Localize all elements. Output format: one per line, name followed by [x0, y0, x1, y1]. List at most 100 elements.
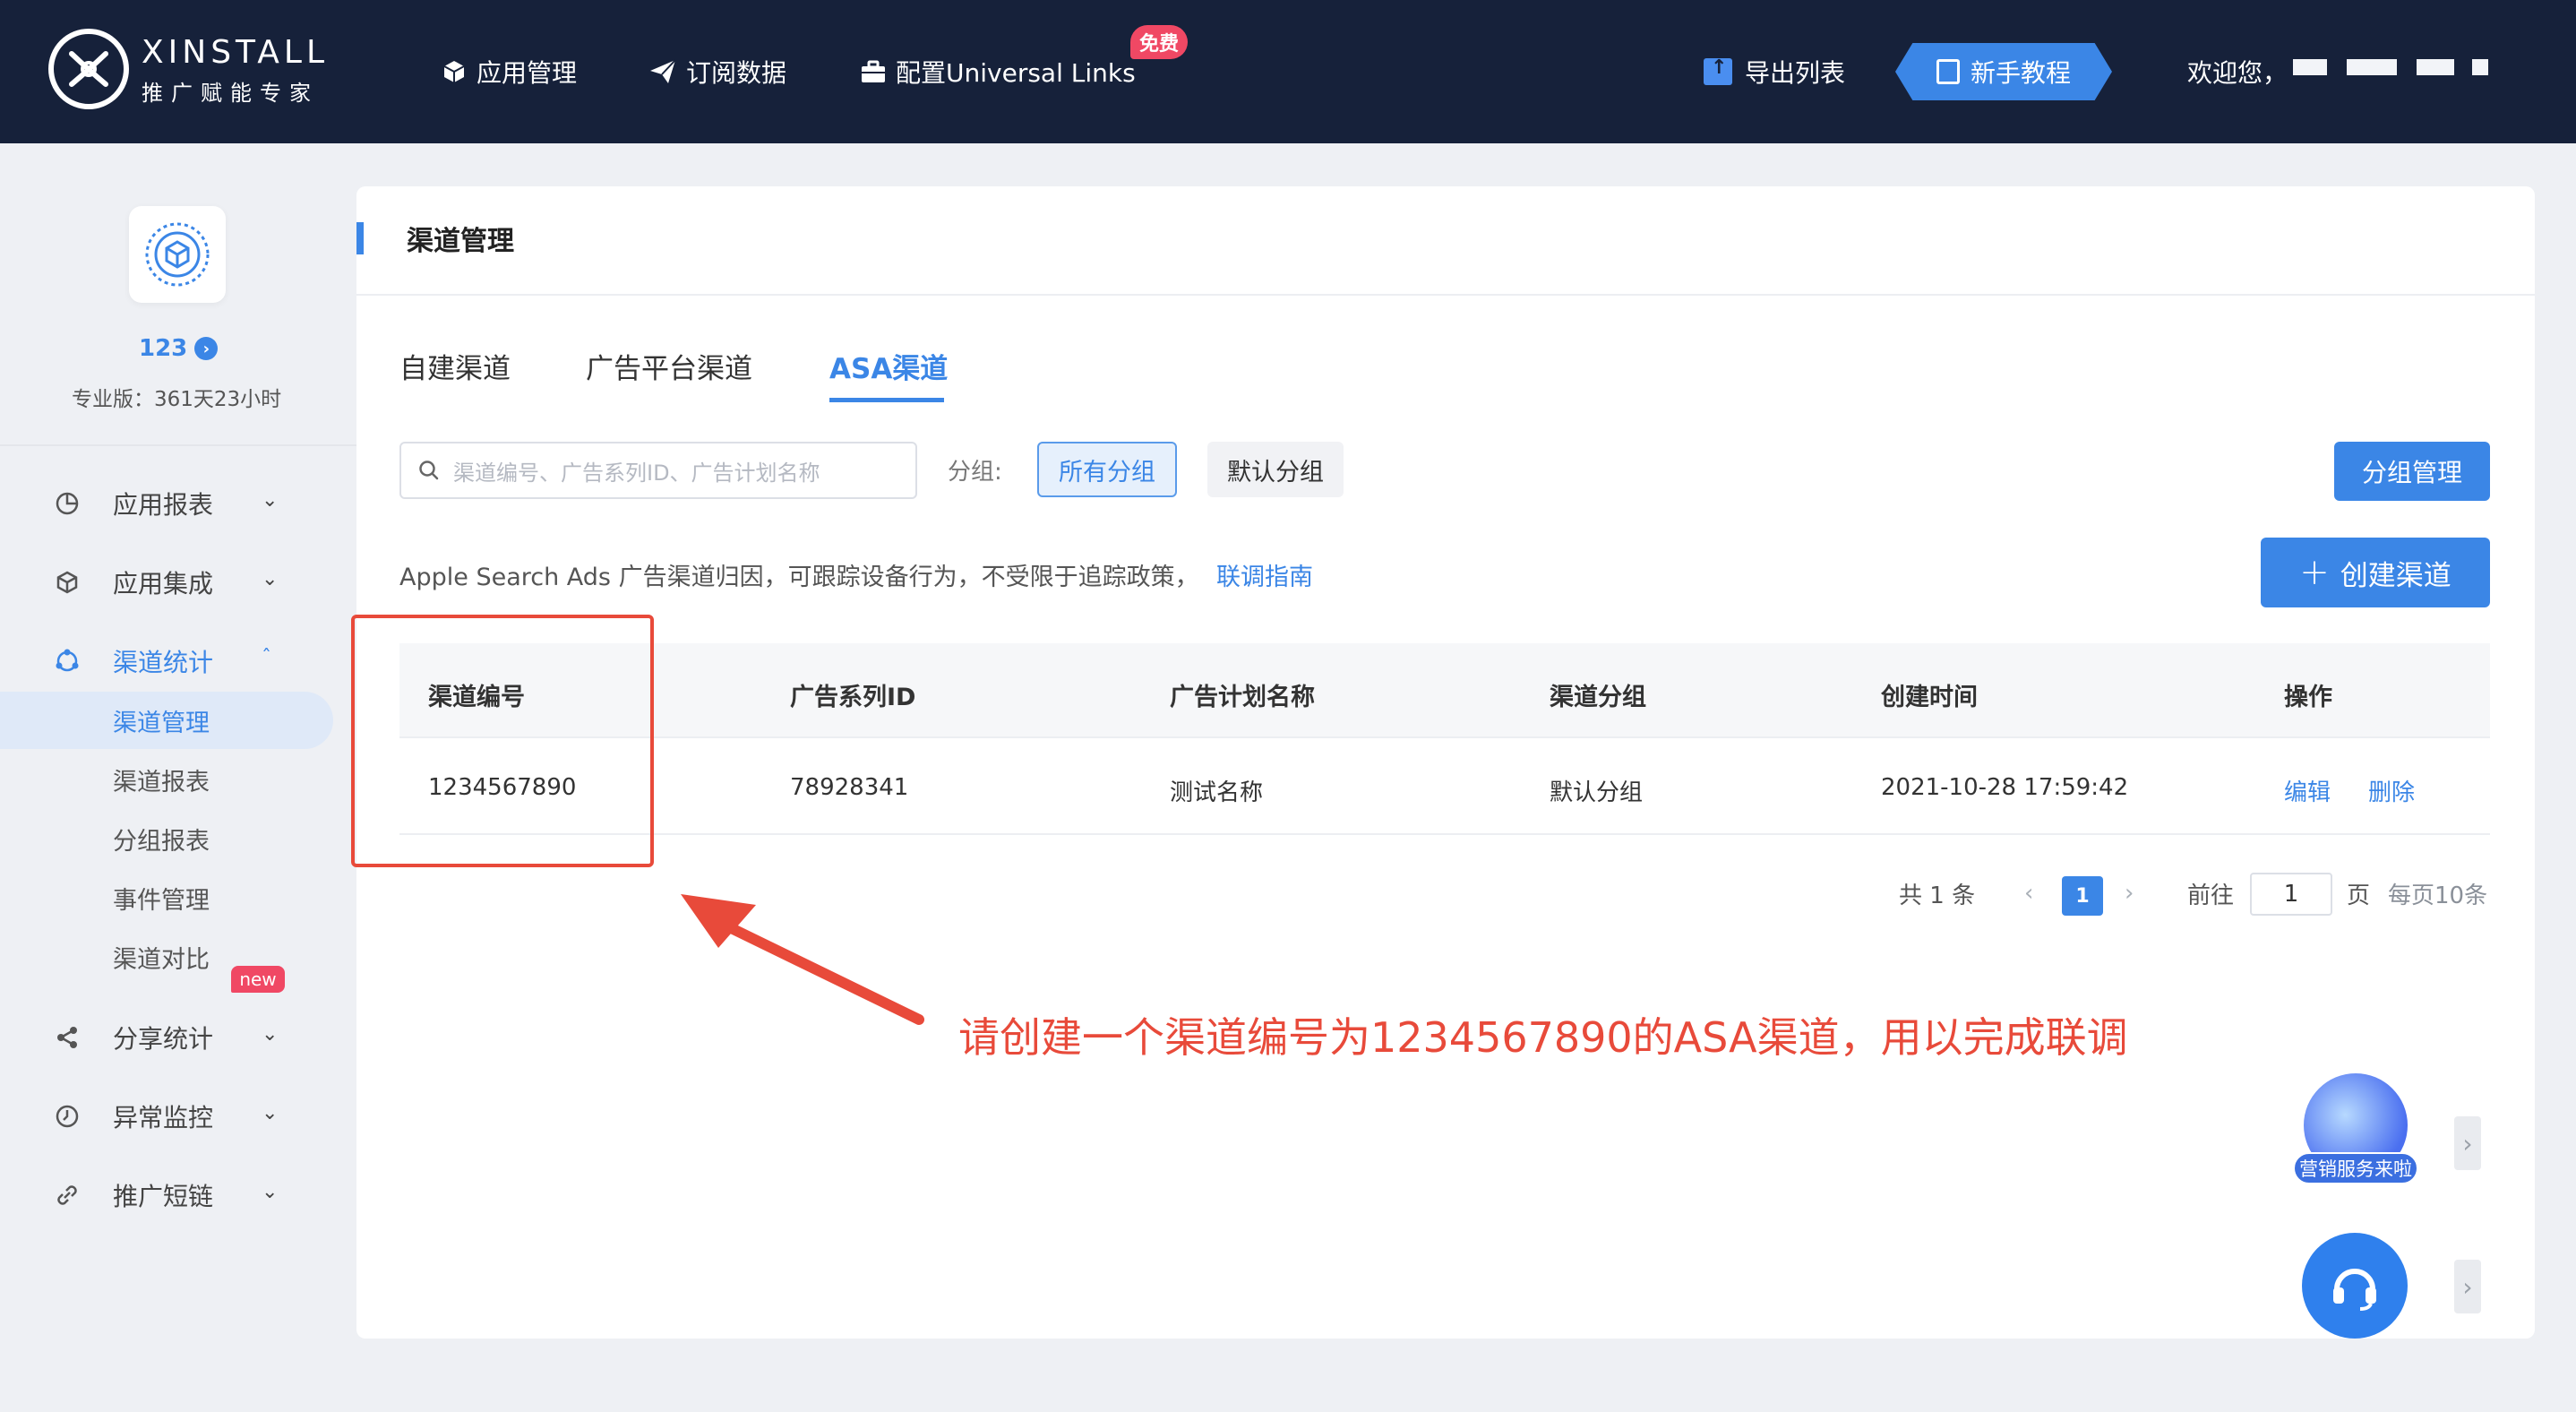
group-chip-all[interactable]: 所有分组 [1037, 442, 1177, 497]
edit-button[interactable]: 编辑 [2284, 774, 2331, 807]
nav-label: 配置Universal Links [896, 58, 1136, 88]
briefcase-icon [862, 60, 885, 82]
export-icon [1704, 56, 1732, 85]
share-icon [54, 1024, 81, 1051]
redacted-username [2417, 59, 2454, 75]
brand-name: XINSTALL [142, 34, 329, 71]
col-campaign-id: 广告系列ID [790, 684, 916, 711]
sidebar-item-label: 应用报表 [113, 490, 214, 520]
chevron-down-icon: ⌄ [262, 1181, 279, 1203]
link-icon [54, 1182, 81, 1209]
sidebar-item-label: 异常监控 [113, 1103, 214, 1132]
next-page-icon[interactable]: › [2125, 873, 2134, 914]
col-plan-name: 广告计划名称 [1170, 684, 1315, 711]
cell-group: 默认分组 [1550, 779, 1644, 806]
tab-ad-platform-channel[interactable]: 广告平台渠道 [586, 346, 752, 386]
pie-chart-icon [54, 490, 81, 517]
pagination-total: 共 1 条 [1899, 882, 1976, 909]
chevron-right-icon: › [194, 337, 219, 360]
app-name: 123 [139, 335, 188, 362]
sidebar-subitem-channel-reports[interactable]: 渠道报表 [113, 762, 210, 797]
nav-label: 应用管理 [477, 58, 578, 88]
box-icon [54, 569, 81, 596]
sidebar-subitem-group-reports[interactable]: 分组报表 [113, 821, 210, 857]
paper-plane-icon [650, 59, 676, 83]
sidebar-item-short-links[interactable]: 推广短链 ⌄ [54, 1175, 287, 1215]
cell-campaign-id: 78928341 [790, 774, 909, 801]
table-row: 1234567890 78928341 测试名称 默认分组 2021-10-28… [399, 738, 2490, 835]
col-created: 创建时间 [1881, 684, 1978, 711]
page-suffix: 页 [2347, 882, 2371, 909]
marketing-service-widget[interactable]: 营销服务来啦 [2293, 1073, 2418, 1190]
goto-label: 前往 [2187, 882, 2235, 909]
headset-icon [2333, 1269, 2376, 1311]
sidebar-subitem-channel-compare[interactable]: 渠道对比 [113, 939, 210, 975]
brand-logo[interactable]: XINSTALL 推广赋能专家 [48, 27, 326, 116]
debug-guide-link[interactable]: 联调指南 [1216, 557, 1313, 592]
annotation-text: 请创建一个渠道编号为1234567890的ASA渠道，用以完成联调 [958, 1013, 2128, 1062]
app-icon[interactable] [129, 206, 226, 303]
sidebar-item-app-integration[interactable]: 应用集成 ⌄ [54, 563, 287, 602]
create-channel-button[interactable]: + 创建渠道 [2261, 538, 2490, 607]
search-icon [419, 461, 439, 480]
group-filter-label: 分组: [948, 459, 1002, 486]
sidebar-item-label: 应用集成 [113, 569, 214, 598]
cycle-icon [54, 648, 81, 675]
delete-button[interactable]: 删除 [2368, 774, 2415, 807]
col-actions: 操作 [2284, 684, 2332, 711]
marketing-label: 营销服务来啦 [2293, 1152, 2418, 1184]
customer-service-button[interactable] [2302, 1233, 2408, 1339]
collapse-arrow-icon[interactable]: › [2454, 1116, 2481, 1170]
clock-icon [54, 1103, 81, 1130]
welcome-text: 欢迎您， [2187, 58, 2288, 88]
sidebar-item-label: 分享统计 [113, 1024, 214, 1054]
asa-description: Apple Search Ads 广告渠道归因，可跟踪设备行为，不受限于追踪政策… [399, 564, 1199, 591]
sidebar-item-app-reports[interactable]: 应用报表 ⌄ [54, 484, 287, 523]
sidebar-subitem-event-management[interactable]: 事件管理 [113, 880, 210, 916]
nav-label: 订阅数据 [686, 58, 787, 88]
top-navbar: XINSTALL 推广赋能专家 应用管理 订阅数据 配置Universal Li… [0, 0, 2576, 143]
tutorial-button[interactable]: 新手教程 [1895, 43, 2112, 100]
sidebar-item-channel-stats[interactable]: 渠道统计 ˆ [54, 641, 287, 681]
chevron-down-icon: ⌄ [262, 1023, 279, 1046]
nav-subscription-data[interactable]: 订阅数据 [648, 52, 786, 91]
sidebar: 123 › 专业版：361天23小时 应用报表 ⌄ 应用集成 ⌄ 渠道统计 ˆ … [0, 143, 358, 1412]
sidebar-subitem-channel-management[interactable]: 渠道管理 [113, 702, 210, 738]
col-group: 渠道分组 [1550, 684, 1646, 711]
nav-app-management[interactable]: 应用管理 [441, 52, 577, 91]
export-list-button[interactable]: 导出列表 [1704, 52, 1845, 91]
title-divider [356, 294, 2535, 296]
redacted-username [2293, 59, 2327, 75]
prev-page-icon[interactable]: ‹ [2024, 873, 2033, 914]
app-plan: 专业版：361天23小时 [72, 388, 282, 411]
sidebar-divider [0, 444, 358, 446]
sidebar-item-share-stats[interactable]: 分享统计 ⌄ [54, 1018, 287, 1057]
table-header: 渠道编号 广告系列ID 广告计划名称 渠道分组 创建时间 操作 [399, 643, 2490, 738]
free-badge: 免费 [1130, 25, 1188, 59]
logo-mark-icon [48, 29, 129, 109]
page-title: 渠道管理 [407, 226, 514, 257]
main-panel: 渠道管理 自建渠道 广告平台渠道 ASA渠道 渠道编号、广告系列ID、广告计划名… [356, 186, 2535, 1339]
create-channel-label: 创建渠道 [2340, 559, 2451, 592]
tab-self-built-channel[interactable]: 自建渠道 [399, 346, 511, 386]
active-tab-indicator [829, 398, 944, 402]
app-name-link[interactable]: 123 › [139, 335, 219, 362]
group-chip-default[interactable]: 默认分组 [1207, 442, 1344, 497]
page-number-current[interactable]: 1 [2062, 876, 2103, 916]
page-size-select[interactable]: 每页10条 [2388, 873, 2487, 914]
plus-icon: + [2299, 552, 2330, 593]
redacted-username [2472, 59, 2488, 75]
tab-asa-channel[interactable]: ASA渠道 [829, 346, 948, 386]
title-accent-bar [356, 222, 364, 254]
cube-icon [443, 61, 465, 82]
sidebar-item-anomaly-monitor[interactable]: 异常监控 ⌄ [54, 1097, 287, 1136]
sidebar-item-label: 推广短链 [113, 1182, 214, 1211]
search-input[interactable]: 渠道编号、广告系列ID、广告计划名称 [399, 442, 917, 499]
sidebar-item-label: 渠道统计 [113, 648, 214, 677]
chevron-down-icon: ⌄ [262, 1102, 279, 1124]
nav-universal-links[interactable]: 配置Universal Links [860, 52, 1136, 91]
search-placeholder: 渠道编号、广告系列ID、广告计划名称 [453, 460, 820, 486]
group-management-button[interactable]: 分组管理 [2334, 442, 2490, 501]
collapse-arrow-icon[interactable]: › [2454, 1260, 2481, 1313]
goto-page-input[interactable]: 1 [2250, 873, 2332, 916]
